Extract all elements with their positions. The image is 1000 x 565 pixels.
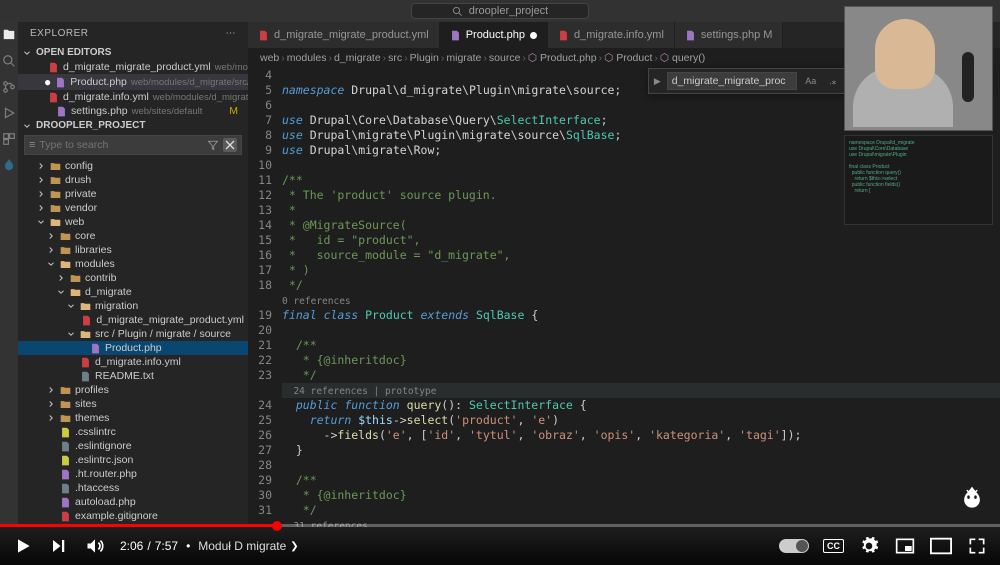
tree-folder[interactable]: src / Plugin / migrate / source: [18, 327, 248, 341]
chevron-right-icon[interactable]: ❯: [290, 541, 298, 552]
tree-file[interactable]: .htaccess: [18, 481, 248, 495]
tree-file[interactable]: .csslintrc: [18, 425, 248, 439]
tree-file[interactable]: README.txt: [18, 369, 248, 383]
source-control-icon[interactable]: [2, 80, 16, 94]
regex-button[interactable]: .⁎: [825, 73, 841, 89]
tree-file[interactable]: example.gitignore: [18, 509, 248, 523]
debug-icon[interactable]: [2, 106, 16, 120]
tree-folder[interactable]: contrib: [18, 271, 248, 285]
tree-folder[interactable]: sites: [18, 397, 248, 411]
editor-tab[interactable]: d_migrate_migrate_product.yml: [248, 22, 440, 48]
tree-folder[interactable]: core: [18, 229, 248, 243]
editor-tab[interactable]: settings.php M: [675, 22, 784, 48]
search-activity-icon[interactable]: [2, 54, 16, 68]
tree-folder[interactable]: web: [18, 215, 248, 229]
tree-file[interactable]: .ht.router.php: [18, 467, 248, 481]
tree-file[interactable]: .eslintrc.json: [18, 453, 248, 467]
command-center[interactable]: droopler_project: [411, 3, 590, 19]
tree-folder[interactable]: private: [18, 187, 248, 201]
tree-folder[interactable]: migration: [18, 299, 248, 313]
channel-watermark[interactable]: [958, 484, 986, 517]
tree-folder[interactable]: themes: [18, 411, 248, 425]
chevron-down-icon: [22, 121, 32, 131]
open-editor-item[interactable]: d_migrate_migrate_product.yml web/module…: [18, 60, 248, 74]
find-chevron-icon[interactable]: ▶: [654, 76, 661, 87]
chapter-title[interactable]: Moduł D migrate: [198, 539, 286, 553]
tree-folder[interactable]: config: [18, 159, 248, 173]
sidebar: EXPLORER ⋯ OPEN EDITORS d_migrate_migrat…: [18, 22, 248, 527]
secondary-screen-overlay: namespace Drupal\d_migrateuse Drupal\Cor…: [844, 135, 993, 225]
open-editors-header[interactable]: OPEN EDITORS: [18, 45, 248, 60]
extensions-icon[interactable]: [2, 132, 16, 146]
editor-tab[interactable]: d_migrate.info.yml: [548, 22, 675, 48]
tree-folder[interactable]: vendor: [18, 201, 248, 215]
webcam-overlay: [844, 6, 993, 131]
open-editor-item[interactable]: settings.php web/sites/defaultM: [18, 104, 248, 118]
drupal-icon[interactable]: [2, 158, 16, 172]
tree-folder[interactable]: modules: [18, 257, 248, 271]
activity-bar: [0, 22, 18, 527]
open-editor-item[interactable]: ●Product.php web/modules/d_migrate/src/P…: [18, 74, 248, 90]
search-icon: [452, 6, 463, 17]
autoplay-toggle[interactable]: [779, 539, 809, 553]
project-header[interactable]: DROOPLER_PROJECT: [18, 118, 248, 133]
tree-folder[interactable]: libraries: [18, 243, 248, 257]
video-controls: 2:06/7:57 • Moduł D migrate ❯ CC: [0, 527, 1000, 565]
settings-button[interactable]: [858, 535, 880, 557]
explorer-icon[interactable]: [2, 28, 16, 42]
next-button[interactable]: [48, 535, 70, 557]
captions-button[interactable]: CC: [823, 539, 844, 553]
sidebar-header: EXPLORER ⋯: [18, 22, 248, 45]
tree-folder[interactable]: d_migrate: [18, 285, 248, 299]
tree-folder[interactable]: drush: [18, 173, 248, 187]
volume-button[interactable]: [84, 535, 106, 557]
tree-file[interactable]: d_migrate_migrate_product.yml: [18, 313, 248, 327]
tree-folder[interactable]: profiles: [18, 383, 248, 397]
theater-button[interactable]: [930, 535, 952, 557]
play-button[interactable]: [12, 535, 34, 557]
match-case-button[interactable]: Aa: [803, 73, 819, 89]
tree-search[interactable]: ≡: [24, 135, 242, 155]
tree-search-input[interactable]: [39, 139, 203, 151]
tree-file[interactable]: .eslintignore: [18, 439, 248, 453]
find-input[interactable]: [667, 72, 797, 90]
chevron-down-icon: [22, 48, 32, 58]
close-search-button[interactable]: [223, 138, 237, 152]
editor-tab[interactable]: Product.php: [440, 22, 548, 48]
filter-icon[interactable]: [207, 139, 219, 151]
tree-file[interactable]: d_migrate.info.yml: [18, 355, 248, 369]
more-icon[interactable]: ⋯: [226, 28, 237, 39]
fullscreen-button[interactable]: [966, 535, 988, 557]
file-tree: configdrushprivatevendorwebcorelibraries…: [18, 159, 248, 527]
title-text: droopler_project: [469, 5, 549, 17]
miniplayer-button[interactable]: [894, 535, 916, 557]
time-display: 2:06/7:57 • Moduł D migrate ❯: [120, 539, 299, 553]
open-editor-item[interactable]: d_migrate.info.yml web/modules/d_migrate: [18, 90, 248, 104]
tree-file[interactable]: autoload.php: [18, 495, 248, 509]
tree-file[interactable]: Product.php: [18, 341, 248, 355]
